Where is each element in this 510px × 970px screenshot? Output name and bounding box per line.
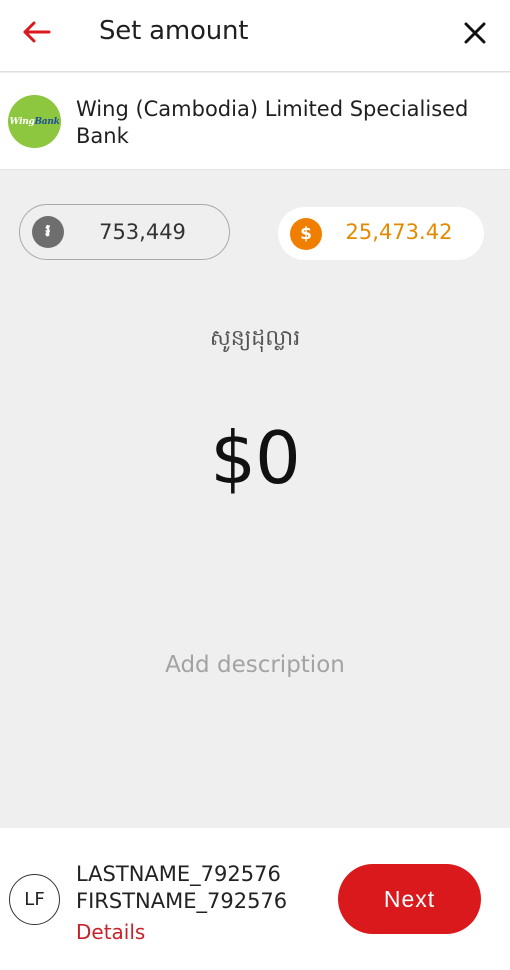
payee-name: LASTNAME_792576 FIRSTNAME_792576 (76, 862, 288, 913)
riel-coin-icon: ៛ (32, 216, 64, 248)
usd-balance-value: 25,473.42 (345, 220, 453, 244)
amount-value[interactable]: $0 (0, 416, 510, 500)
header: Set amount (0, 0, 510, 72)
usd-balance-pill[interactable]: $ 25,473.42 (278, 207, 484, 260)
next-button[interactable]: Next (338, 864, 481, 934)
avatar: LF (9, 874, 60, 925)
close-icon (464, 22, 486, 44)
details-link[interactable]: Details (76, 920, 145, 944)
page-title: Set amount (99, 16, 249, 46)
back-button[interactable] (18, 14, 54, 50)
arrow-left-icon (23, 21, 51, 43)
dollar-coin-icon: $ (290, 218, 322, 250)
khr-balance-value: 753,449 (99, 220, 186, 244)
amount-in-words: សូន្យដុល្លារ (209, 326, 301, 351)
description-field[interactable]: Add description (0, 652, 510, 678)
bank-logo: WingBank (8, 95, 61, 148)
bank-name: Wing (Cambodia) Limited Specialised Bank (76, 97, 469, 148)
recipient-bank: WingBank Wing (Cambodia) Limited Special… (0, 73, 510, 170)
close-button[interactable] (456, 14, 494, 52)
footer: LF LASTNAME_792576 FIRSTNAME_792576 Deta… (0, 828, 510, 970)
khr-balance-pill[interactable]: ៛ 753,449 (19, 204, 230, 260)
